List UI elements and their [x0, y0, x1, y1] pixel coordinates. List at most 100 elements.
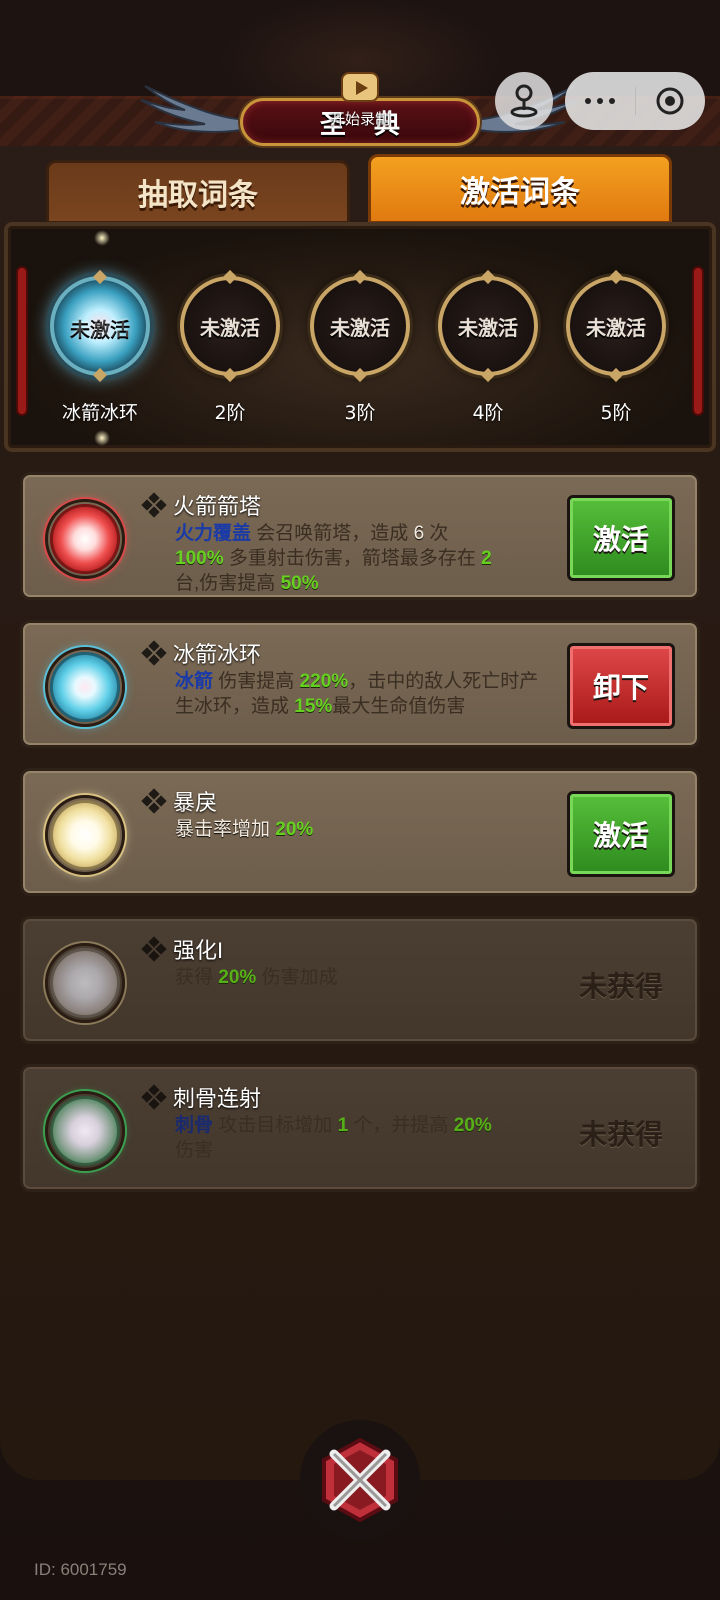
card-title: 火箭箭塔 [141, 489, 262, 521]
slot-4[interactable]: 未激活 4阶 [438, 276, 538, 425]
ice-orb-icon [50, 652, 120, 722]
card-title: 刺骨连射 [141, 1081, 262, 1113]
slot-label: 2阶 [214, 402, 246, 424]
wing-left-icon [140, 85, 254, 133]
crossed-swords-close-icon [322, 1437, 398, 1523]
not-obtained-label: 未获得 [578, 1119, 663, 1150]
joystick-button[interactable] [495, 72, 553, 130]
orb-frame [45, 943, 125, 1023]
card-title-text: 冰箭冰环 [173, 642, 262, 667]
unequip-button[interactable]: 卸下 [567, 643, 675, 729]
slot-ring: 未激活 [50, 276, 150, 376]
user-id: ID: 6001759 [34, 1560, 127, 1579]
entry-card-fire-arrow-tower: 火箭箭塔 火力覆盖 会召唤箭塔，造成 6 次 100% 多重射击伤害，箭塔最多存… [20, 472, 700, 600]
desc-text: 获得 [175, 967, 219, 988]
keyword: 冰箭 [175, 671, 214, 692]
slot-status: 未激活 [458, 317, 518, 340]
keyword: 火力覆盖 [175, 523, 252, 544]
sparkle-icon [94, 230, 110, 246]
slot-label: 5阶 [600, 402, 632, 424]
slot-2[interactable]: 未激活 2阶 [180, 276, 280, 425]
desc-text: 最大生命值伤害 [332, 696, 466, 717]
mini-program-capsule [565, 72, 705, 130]
entry-card-fury: 暴戾 暴击率增加 20% 激活 [20, 768, 700, 896]
green-orb-icon [50, 1096, 120, 1166]
grey-orb-icon [50, 948, 120, 1018]
desc-text: 伤害加成 [256, 967, 338, 988]
record-button[interactable]: 开始录制 [330, 72, 390, 142]
desc-text: 个，并提高 [348, 1115, 454, 1136]
slot-status: 未激活 [70, 317, 130, 340]
card-description: 获得 20% 伤害加成 [175, 965, 555, 990]
card-title: 冰箭冰环 [141, 637, 262, 669]
sparkle-icon [94, 430, 110, 446]
target-icon [656, 87, 684, 115]
desc-text: 伤害 [175, 1140, 214, 1161]
slot-ring: 未激活 [180, 276, 280, 376]
entry-card-piercing-volley: 刺骨连射 刺骨 攻击目标增加 1 个，并提高 20% 伤害 未获得 [20, 1064, 700, 1192]
card-description: 刺骨 攻击目标增加 1 个，并提高 20% 伤害 [175, 1113, 555, 1163]
card-description: 火力覆盖 会召唤箭塔，造成 6 次 100% 多重射击伤害，箭塔最多存在 2 台… [175, 521, 555, 596]
card-title: 暴戾 [141, 785, 218, 817]
slot-status: 未激活 [330, 317, 390, 340]
diamond-bullet-icon [141, 492, 167, 518]
tab-activate-entries[interactable]: 激活词条 [368, 154, 672, 224]
slot-ring: 未激活 [310, 276, 410, 376]
gold-orb-icon [50, 800, 120, 870]
slot-5[interactable]: 未激活 5阶 [566, 276, 666, 425]
close-button[interactable] [300, 1420, 420, 1540]
desc-number: 6 [413, 523, 425, 544]
activate-button[interactable]: 激活 [567, 791, 675, 877]
entry-card-ice-arrow-ring: 冰箭冰环 冰箭 伤害提高 220%，击中的敌人死亡时产生冰环，造成 15%最大生… [20, 620, 700, 748]
desc-number: 20% [275, 819, 314, 840]
card-title-text: 强化I [173, 938, 224, 963]
card-description: 暴击率增加 20% [175, 817, 555, 842]
video-record-icon [341, 72, 379, 102]
diamond-bullet-icon [141, 1084, 167, 1110]
card-title-text: 刺骨连射 [173, 1086, 262, 1111]
desc-text: 台,伤害提高 [175, 573, 281, 594]
orb-frame [45, 795, 125, 875]
entry-card-enhance-1: 强化I 获得 20% 伤害加成 未获得 [20, 916, 700, 1044]
card-title: 强化I [141, 933, 224, 965]
orb-frame [45, 1091, 125, 1171]
slot-label: 4阶 [472, 402, 504, 424]
desc-text: 多重射击伤害，箭塔最多存在 [223, 548, 482, 569]
desc-number: 1 [337, 1115, 349, 1136]
card-title-text: 火箭箭塔 [173, 494, 262, 519]
desc-number: 100% [175, 548, 224, 569]
desc-number: 20% [218, 967, 257, 988]
card-title-text: 暴戾 [173, 790, 218, 815]
slot-ring: 未激活 [438, 276, 538, 376]
more-menu-button[interactable] [565, 72, 635, 130]
strip-side-right [692, 266, 704, 416]
desc-number: 50% [280, 573, 319, 594]
ellipsis-icon [584, 98, 615, 104]
slot-1[interactable]: 未激活 冰箭冰环 [50, 276, 150, 425]
desc-number: 220% [299, 671, 349, 692]
exit-miniprogram-button[interactable] [636, 72, 706, 130]
fire-orb-icon [50, 504, 120, 574]
desc-text: 攻击目标增加 [213, 1115, 338, 1136]
desc-number: 20% [453, 1115, 492, 1136]
record-label: 开始录制 [330, 111, 391, 128]
slot-status: 未激活 [586, 317, 646, 340]
slot-ring: 未激活 [566, 276, 666, 376]
desc-text: 会召唤箭塔，造成 [251, 523, 414, 544]
strip-side-left [16, 266, 28, 416]
not-obtained-label: 未获得 [578, 971, 663, 1002]
tab-draw-entries[interactable]: 抽取词条 [46, 160, 350, 224]
slot-label: 冰箭冰环 [61, 402, 138, 424]
slot-3[interactable]: 未激活 3阶 [310, 276, 410, 425]
card-description: 冰箭 伤害提高 220%，击中的敌人死亡时产生冰环，造成 15%最大生命值伤害 [175, 669, 555, 719]
desc-number: 15% [294, 696, 333, 717]
orb-frame [45, 647, 125, 727]
slot-status: 未激活 [200, 317, 260, 340]
diamond-bullet-icon [141, 788, 167, 814]
desc-text: 次 [424, 523, 449, 544]
diamond-bullet-icon [141, 936, 167, 962]
diamond-bullet-icon [141, 640, 167, 666]
activate-button[interactable]: 激活 [567, 495, 675, 581]
joystick-icon [510, 84, 538, 118]
desc-text: 暴击率增加 [175, 819, 276, 840]
